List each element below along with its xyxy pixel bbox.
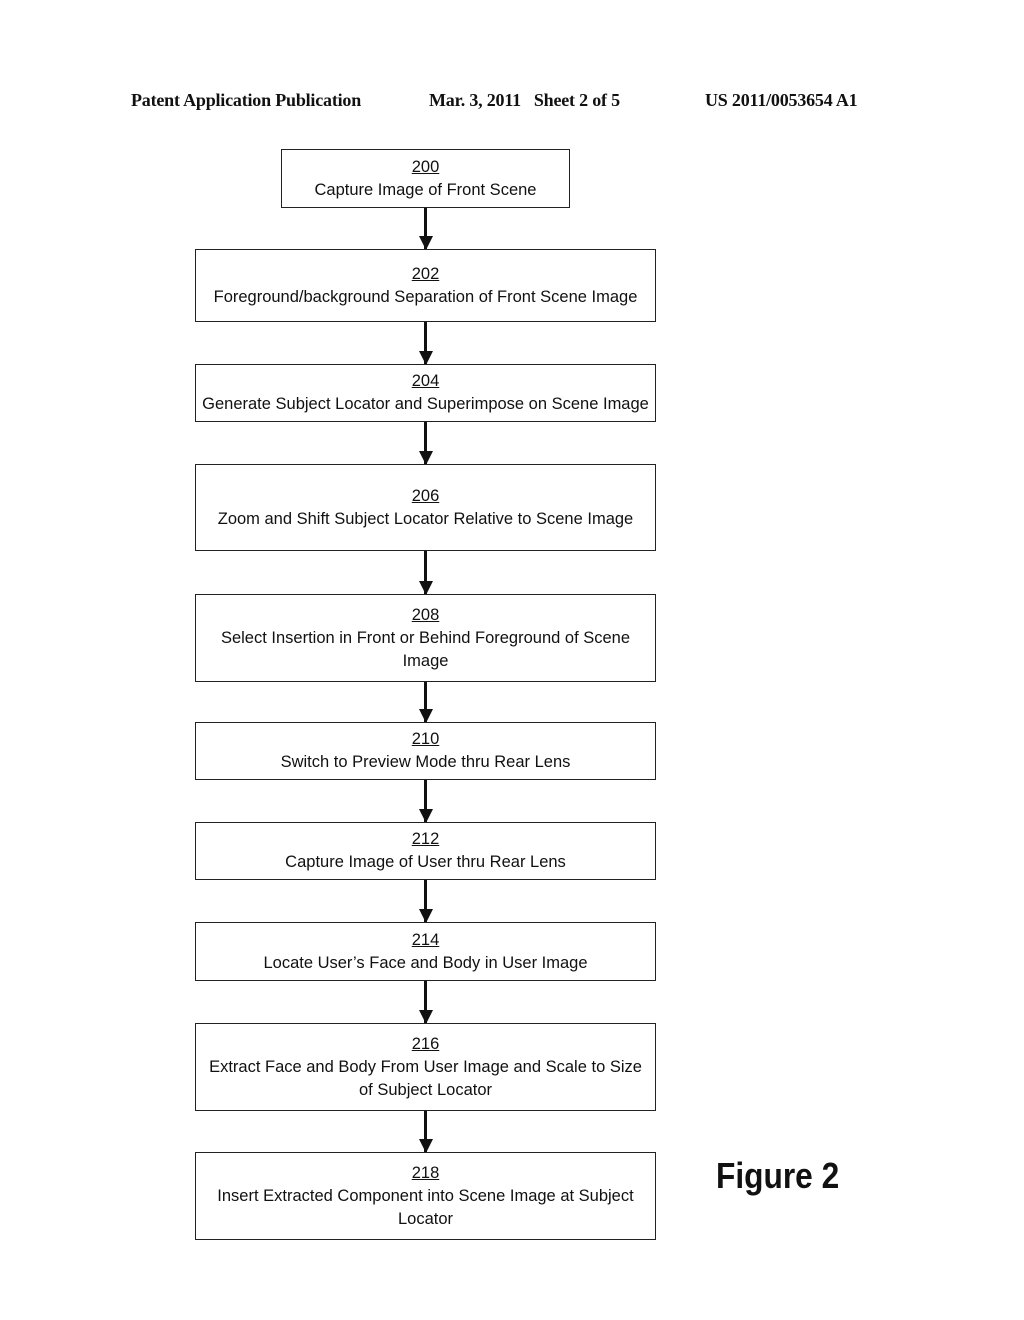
step-box-218: 218 Insert Extracted Component into Scen… (195, 1152, 656, 1240)
step-number: 200 (411, 157, 440, 176)
flow-arrow (418, 422, 433, 465)
step-box-202: 202 Foreground/background Separation of … (195, 249, 656, 322)
step-box-208: 208 Select Insertion in Front or Behind … (195, 594, 656, 682)
figure-label: Figure 2 (716, 1155, 840, 1196)
publication-type: Patent Application Publication (131, 90, 362, 110)
step-number: 212 (411, 830, 440, 848)
flow-arrow (418, 1111, 433, 1153)
step-number: 210 (411, 730, 440, 748)
step-text: Locate User’s Face and Body in User Imag… (263, 953, 588, 972)
step-text: Capture Image of Front Scene (314, 180, 537, 199)
step-text: Zoom and Shift Subject Locator Relative … (217, 509, 634, 528)
step-number: 214 (411, 930, 440, 949)
date-and-sheet: Mar. 3, 2011 Sheet 2 of 5 (429, 90, 620, 110)
step-text: Foreground/background Separation of Fron… (213, 287, 638, 306)
step-text: Extract Face and Body From User Image an… (209, 1057, 642, 1099)
step-box-214: 214 Locate User’s Face and Body in User … (195, 922, 656, 981)
step-text: Switch to Preview Mode thru Rear Lens (280, 753, 571, 771)
step-text: Generate Subject Locator and Superimpose… (202, 395, 649, 413)
flow-arrow (418, 208, 433, 250)
step-box-210: 210 Switch to Preview Mode thru Rear Len… (195, 722, 656, 780)
flow-arrow (418, 682, 433, 723)
flow-arrow (418, 981, 433, 1024)
flow-arrow (418, 322, 433, 365)
step-text: Insert Extracted Component into Scene Im… (217, 1186, 634, 1228)
step-text: Select Insertion in Front or Behind Fore… (220, 628, 631, 670)
step-box-212: 212 Capture Image of User thru Rear Lens (195, 822, 656, 880)
step-text: Capture Image of User thru Rear Lens (285, 853, 566, 871)
step-number: 202 (411, 264, 440, 283)
patent-number: US 2011/0053654 A1 (705, 90, 858, 110)
step-box-204: 204 Generate Subject Locator and Superim… (195, 364, 656, 422)
step-number: 204 (411, 372, 440, 390)
step-number: 206 (411, 486, 440, 505)
step-box-206: 206 Zoom and Shift Subject Locator Relat… (195, 464, 656, 551)
flow-arrow (418, 551, 433, 595)
step-number: 218 (411, 1163, 440, 1182)
step-box-216: 216 Extract Face and Body From User Imag… (195, 1023, 656, 1111)
step-box-200: 200 Capture Image of Front Scene (281, 149, 570, 208)
step-number: 208 (411, 605, 440, 624)
flow-arrow (418, 780, 433, 823)
flow-arrow (418, 880, 433, 923)
step-number: 216 (411, 1034, 440, 1053)
